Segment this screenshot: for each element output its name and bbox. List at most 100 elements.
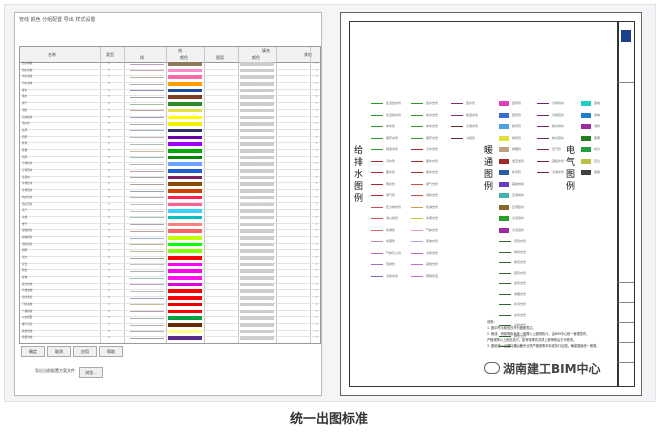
row-fill-pattern[interactable] bbox=[240, 122, 274, 126]
row-line-swatch[interactable] bbox=[130, 177, 164, 179]
row-color-swatch[interactable] bbox=[168, 182, 202, 187]
row-line-swatch[interactable] bbox=[130, 137, 164, 138]
row-color-swatch[interactable] bbox=[168, 296, 202, 300]
row-line-swatch[interactable] bbox=[130, 244, 164, 245]
row-fill-pattern[interactable] bbox=[240, 316, 274, 320]
row-fill-pattern[interactable] bbox=[240, 242, 274, 247]
row-color-swatch[interactable] bbox=[168, 215, 202, 220]
row-color-swatch[interactable] bbox=[168, 322, 202, 327]
row-fill-pattern[interactable] bbox=[240, 155, 274, 160]
row-color-swatch[interactable] bbox=[168, 235, 202, 240]
row-fill-pattern[interactable] bbox=[240, 189, 274, 193]
row-fill-pattern[interactable] bbox=[240, 256, 274, 260]
row-line-swatch[interactable] bbox=[130, 197, 164, 199]
row-line-swatch[interactable] bbox=[130, 224, 164, 225]
row-fill-pattern[interactable] bbox=[240, 269, 274, 273]
row-line-swatch[interactable] bbox=[130, 157, 164, 158]
row-fill-pattern[interactable] bbox=[240, 229, 274, 233]
row-fill-pattern[interactable] bbox=[240, 148, 274, 153]
row-line-swatch[interactable] bbox=[130, 123, 164, 125]
row-color-swatch[interactable] bbox=[168, 209, 202, 213]
row-fill-pattern[interactable] bbox=[240, 209, 274, 213]
row-line-swatch[interactable] bbox=[130, 150, 164, 152]
row-color-swatch[interactable] bbox=[168, 88, 202, 93]
row-fill-pattern[interactable] bbox=[240, 276, 274, 280]
row-line-swatch[interactable] bbox=[130, 337, 164, 339]
row-line-swatch[interactable] bbox=[130, 284, 164, 286]
row-fill-pattern[interactable] bbox=[240, 336, 274, 340]
row-color-swatch[interactable] bbox=[168, 128, 202, 133]
row-line-swatch[interactable] bbox=[130, 90, 164, 92]
row-fill-pattern[interactable] bbox=[240, 249, 274, 253]
row-color-swatch[interactable] bbox=[168, 142, 202, 146]
row-color-swatch[interactable] bbox=[168, 102, 202, 106]
row-line-swatch[interactable] bbox=[130, 257, 164, 259]
row-fill-pattern[interactable] bbox=[240, 195, 274, 200]
row-line-swatch[interactable] bbox=[130, 311, 164, 312]
row-fill-pattern[interactable] bbox=[240, 75, 274, 79]
row-color-swatch[interactable] bbox=[168, 122, 202, 126]
pipe-style-table[interactable]: 名称 类型 线 线 颜色 填充 图案 颜色 其他 给水系统 3 1 热水系统 3 1 中水系… bbox=[19, 46, 321, 344]
row-fill-pattern[interactable] bbox=[240, 202, 274, 207]
row-color-swatch[interactable] bbox=[168, 135, 202, 140]
browse-button[interactable]: 浏览... bbox=[79, 367, 103, 378]
row-color-swatch[interactable] bbox=[168, 175, 202, 180]
row-color-swatch[interactable] bbox=[168, 289, 202, 294]
row-line-swatch[interactable] bbox=[130, 63, 164, 65]
row-fill-pattern[interactable] bbox=[240, 296, 274, 300]
row-fill-pattern[interactable] bbox=[240, 102, 274, 106]
row-color-swatch[interactable] bbox=[168, 316, 202, 320]
row-fill-pattern[interactable] bbox=[240, 68, 274, 73]
row-fill-pattern[interactable] bbox=[240, 215, 274, 220]
row-color-swatch[interactable] bbox=[168, 162, 202, 166]
row-color-swatch[interactable] bbox=[168, 82, 202, 86]
row-color-swatch[interactable] bbox=[168, 229, 202, 233]
row-color-swatch[interactable] bbox=[168, 95, 202, 100]
row-fill-pattern[interactable] bbox=[240, 289, 274, 294]
row-line-swatch[interactable] bbox=[130, 250, 164, 252]
row-color-swatch[interactable] bbox=[168, 75, 202, 79]
row-color-swatch[interactable] bbox=[168, 336, 202, 340]
row-color-swatch[interactable] bbox=[168, 148, 202, 153]
row-fill-pattern[interactable] bbox=[240, 135, 274, 140]
row-fill-pattern[interactable] bbox=[240, 162, 274, 166]
row-fill-pattern[interactable] bbox=[240, 182, 274, 187]
row-color-swatch[interactable] bbox=[168, 169, 202, 173]
row-line-swatch[interactable] bbox=[130, 83, 164, 85]
row-fill-pattern[interactable] bbox=[240, 169, 274, 173]
row-color-swatch[interactable] bbox=[168, 302, 202, 307]
row-fill-pattern[interactable] bbox=[240, 108, 274, 113]
row-fill-pattern[interactable] bbox=[240, 235, 274, 240]
help-button[interactable]: 帮助 bbox=[99, 346, 123, 357]
row-fill-pattern[interactable] bbox=[240, 62, 274, 66]
row-line-swatch[interactable] bbox=[130, 230, 164, 232]
row-line-swatch[interactable] bbox=[130, 317, 164, 319]
row-line-swatch[interactable] bbox=[130, 163, 164, 165]
row-line-swatch[interactable] bbox=[130, 190, 164, 192]
row-color-swatch[interactable] bbox=[168, 189, 202, 193]
row-line-swatch[interactable] bbox=[130, 331, 164, 332]
row-fill-pattern[interactable] bbox=[240, 262, 274, 267]
row-line-swatch[interactable] bbox=[130, 324, 164, 326]
row-color-swatch[interactable] bbox=[168, 222, 202, 227]
row-fill-pattern[interactable] bbox=[240, 95, 274, 100]
row-fill-pattern[interactable] bbox=[240, 302, 274, 307]
row-line-swatch[interactable] bbox=[130, 70, 164, 71]
row-line-swatch[interactable] bbox=[130, 184, 164, 185]
row-line-swatch[interactable] bbox=[130, 170, 164, 172]
row-fill-pattern[interactable] bbox=[240, 88, 274, 93]
row-fill-pattern[interactable] bbox=[240, 222, 274, 227]
row-color-swatch[interactable] bbox=[168, 309, 202, 314]
row-line-swatch[interactable] bbox=[130, 210, 164, 212]
row-line-swatch[interactable] bbox=[130, 217, 164, 219]
row-line-swatch[interactable] bbox=[130, 76, 164, 78]
row-fill-pattern[interactable] bbox=[240, 309, 274, 314]
row-color-swatch[interactable] bbox=[168, 242, 202, 247]
table-row[interactable]: 预留管线 3 1 bbox=[20, 336, 320, 343]
row-color-swatch[interactable] bbox=[168, 108, 202, 113]
row-line-swatch[interactable] bbox=[130, 110, 164, 112]
row-line-swatch[interactable] bbox=[130, 264, 164, 265]
row-color-swatch[interactable] bbox=[168, 329, 202, 334]
row-color-swatch[interactable] bbox=[168, 62, 202, 66]
row-line-swatch[interactable] bbox=[130, 130, 164, 132]
